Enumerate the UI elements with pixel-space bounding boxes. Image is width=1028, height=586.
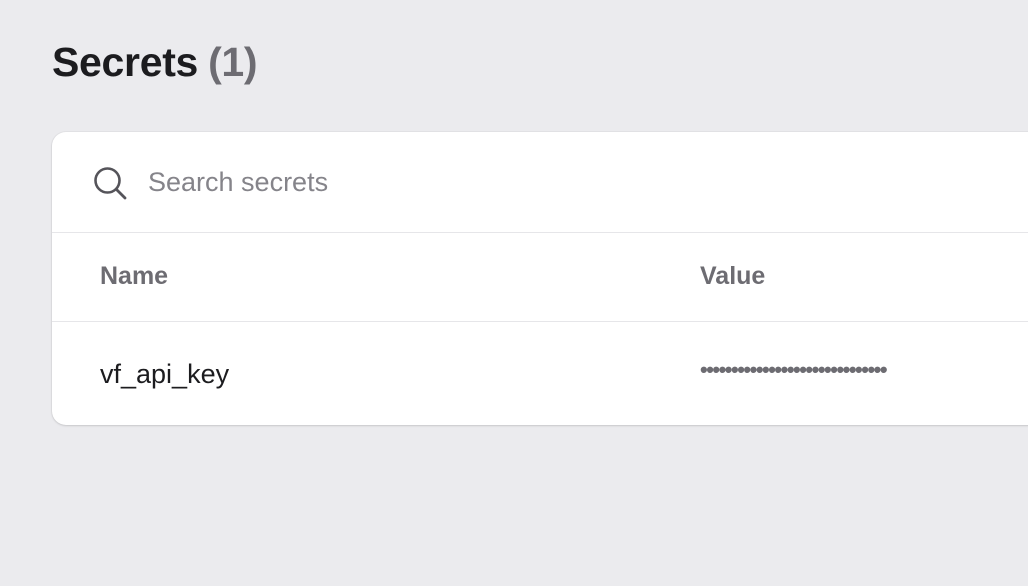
search-bar xyxy=(52,132,1028,233)
secret-name: vf_api_key xyxy=(100,359,230,389)
secrets-count: (1) xyxy=(208,39,258,85)
search-input[interactable] xyxy=(148,162,748,202)
secrets-card: Name Value vf_api_key ••••••••••••••••••… xyxy=(52,132,1028,425)
column-header-name[interactable]: Name xyxy=(100,233,168,319)
page-title: Secrets (1) xyxy=(52,36,258,88)
table-row[interactable]: vf_api_key •••••••••••••••••••••••••••••… xyxy=(52,322,1028,425)
search-icon xyxy=(94,167,127,200)
column-header-value[interactable]: Value xyxy=(700,233,765,319)
page-title-text: Secrets xyxy=(52,39,199,85)
table-header: Name Value xyxy=(52,233,1028,322)
secret-value-masked[interactable]: •••••••••••••••••••••••••••••• xyxy=(700,322,888,418)
